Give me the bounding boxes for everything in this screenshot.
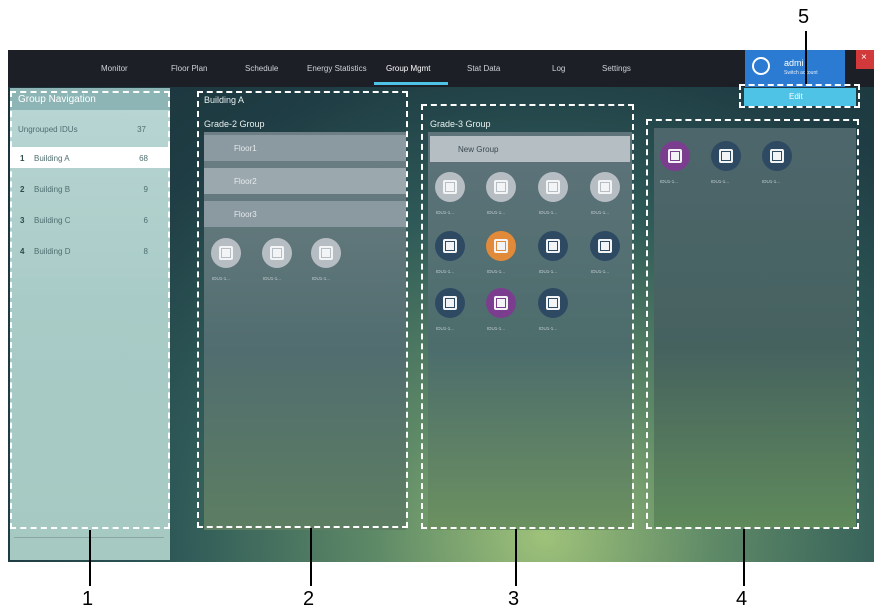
menu-floor-plan[interactable]: Floor Plan	[171, 64, 207, 73]
callout-box-3	[421, 104, 634, 529]
callout-box-4	[646, 119, 859, 529]
menu-schedule[interactable]: Schedule	[245, 64, 278, 73]
menu-energy-statistics[interactable]: Energy Statistics	[307, 64, 367, 73]
callout-line-5	[805, 31, 807, 84]
callout-box-2	[197, 91, 408, 528]
menu-group-mgmt[interactable]: Group Mgmt	[386, 64, 430, 73]
menu-log[interactable]: Log	[552, 64, 565, 73]
active-tab-indicator	[374, 82, 448, 85]
user-avatar-icon	[752, 57, 770, 75]
user-name: admi	[784, 58, 804, 68]
switch-account-link[interactable]: Switch account	[784, 70, 818, 76]
callout-number-2: 2	[303, 588, 315, 610]
callout-line-3	[515, 529, 517, 586]
callout-line-1	[89, 530, 91, 586]
menu-monitor[interactable]: Monitor	[101, 64, 128, 73]
menu-stat-data[interactable]: Stat Data	[467, 64, 500, 73]
callout-number-1: 1	[82, 588, 94, 610]
callout-box-1	[10, 91, 170, 529]
callout-line-4	[743, 529, 745, 586]
menu-settings[interactable]: Settings	[602, 64, 631, 73]
callout-box-5	[739, 84, 860, 108]
close-icon: ×	[861, 52, 867, 63]
callout-number-3: 3	[508, 588, 520, 610]
callout-number-4: 4	[736, 588, 748, 610]
callout-number-5: 5	[798, 6, 810, 28]
callout-line-2	[310, 528, 312, 586]
